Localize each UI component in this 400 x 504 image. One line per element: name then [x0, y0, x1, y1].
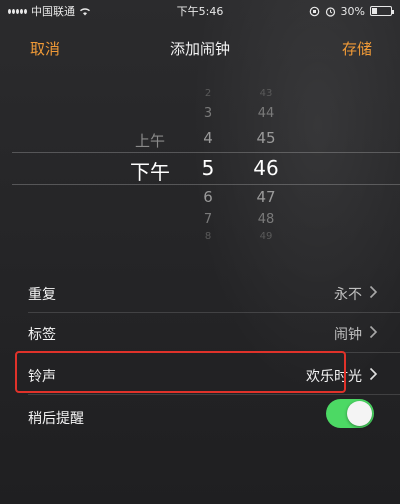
chevron-right-icon	[369, 367, 378, 381]
highlight-box	[15, 351, 346, 393]
hour-wheel[interactable]: 2 3 4 5 6 7 8	[188, 88, 228, 248]
battery-fill	[372, 8, 377, 14]
ampm-wheel[interactable]: 上午 下午	[120, 88, 180, 248]
repeat-row[interactable]: 重复 永不	[0, 272, 400, 312]
orientation-lock-icon	[309, 6, 319, 16]
picker-item: 48	[257, 212, 275, 227]
status-right: 30%	[309, 4, 394, 18]
page-title: 添加闹钟	[169, 40, 230, 58]
snooze-row: 稍后提醒	[0, 396, 400, 436]
picker-item: 44	[257, 106, 275, 121]
nav-bar: 取消 添加闹钟 存储	[0, 30, 400, 66]
chevron-right-icon	[369, 285, 378, 299]
status-bar: 中国联通 下午5:46 30%	[0, 0, 400, 22]
label-value: 闹钟	[334, 327, 362, 343]
picker-item: 49	[259, 231, 273, 242]
battery-percent: 30%	[340, 4, 365, 18]
picker-item: 47	[256, 188, 276, 206]
repeat-value: 永不	[334, 287, 362, 303]
label-label: 标签	[28, 327, 56, 343]
label-row[interactable]: 标签 闹钟	[0, 312, 400, 352]
picker-item: 4	[203, 129, 213, 147]
picker-item: 3	[203, 106, 213, 121]
picker-item: 45	[256, 129, 276, 147]
picker-item: 7	[203, 212, 213, 227]
picker-selected-minute: 46	[253, 156, 279, 180]
battery-icon	[370, 6, 394, 16]
repeat-label: 重复	[28, 287, 56, 303]
picker-selected-ampm: 下午	[130, 160, 170, 184]
picker-item: 上午	[134, 132, 165, 150]
time-picker: 上午 下午 2 3 4 5 6 7 8 43 44 45 46 47 48 49	[0, 88, 400, 248]
picker-item: 43	[259, 88, 273, 99]
toggle-knob	[347, 401, 372, 426]
screen: 中国联通 下午5:46 30% 取消 添加闹钟 存储 上午 下午 2 3 4 5…	[0, 0, 400, 504]
save-button[interactable]: 存储	[342, 38, 372, 59]
snooze-label: 稍后提醒	[28, 411, 84, 427]
picker-item: 8	[204, 231, 212, 242]
picker-selected-hour: 5	[201, 156, 215, 180]
chevron-right-icon	[369, 325, 378, 339]
picker-item: 6	[203, 188, 213, 206]
picker-item: 2	[204, 88, 212, 99]
alarm-icon	[325, 6, 335, 17]
snooze-toggle[interactable]	[326, 399, 374, 428]
row-divider	[28, 394, 400, 395]
minute-wheel[interactable]: 43 44 45 46 47 48 49	[244, 88, 288, 248]
